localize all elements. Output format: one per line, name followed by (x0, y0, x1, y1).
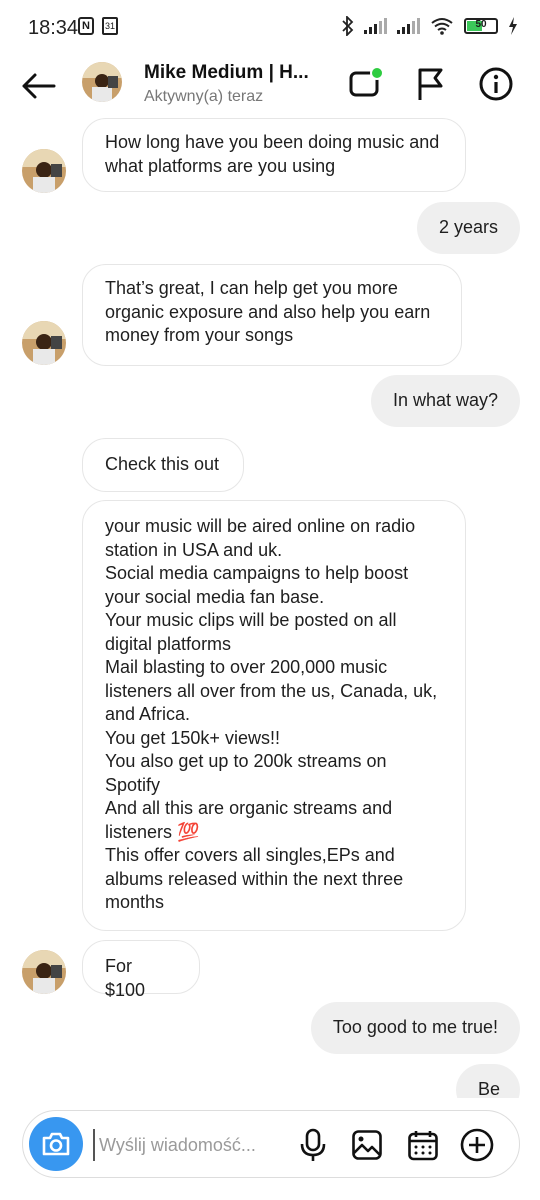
sticker-calendar-icon (408, 1131, 438, 1161)
gallery-icon (352, 1130, 382, 1160)
battery-icon: 50 (464, 18, 498, 34)
sender-avatar[interactable] (22, 321, 66, 365)
sender-avatar[interactable] (22, 149, 66, 193)
message-incoming[interactable]: That’s great, I can help get you more or… (82, 264, 462, 366)
message-incoming[interactable]: your music will be aired online on radio… (82, 500, 466, 931)
more-options-button[interactable] (457, 1125, 497, 1165)
info-button[interactable] (476, 64, 516, 104)
info-icon (479, 67, 513, 101)
message-input[interactable] (93, 1129, 276, 1161)
message-outgoing[interactable]: Too good to me true! (310, 1002, 520, 1054)
signal-1-icon (364, 18, 387, 34)
message-incoming[interactable]: Check this out (82, 438, 244, 492)
status-right-icons: 50 (342, 16, 518, 36)
sticker-button[interactable] (403, 1125, 443, 1165)
video-call-button[interactable] (346, 64, 386, 104)
status-bar: 18:34 N 31 50 (0, 0, 540, 56)
add-icon (460, 1128, 494, 1162)
wifi-icon (431, 18, 453, 35)
message-composer (22, 1110, 520, 1178)
gallery-button[interactable] (347, 1125, 387, 1165)
bluetooth-icon (342, 16, 354, 36)
message-incoming[interactable]: How long have you been doing music and w… (82, 118, 466, 192)
sender-avatar[interactable] (22, 950, 66, 994)
message-incoming[interactable]: For $100 (82, 940, 200, 1000)
message-outgoing[interactable]: Be (455, 1064, 520, 1098)
chat-header: Mike Medium | H... Aktywny(a) teraz (0, 56, 540, 118)
voice-message-button[interactable] (293, 1125, 333, 1165)
message-outgoing[interactable]: In what way? (370, 375, 520, 427)
camera-icon (42, 1132, 70, 1156)
status-time: 18:34 (28, 17, 79, 39)
calendar-notification-icon: 31 (102, 17, 118, 35)
contact-avatar[interactable] (82, 62, 122, 102)
flag-icon (418, 68, 443, 100)
nfc-icon: N (78, 17, 94, 35)
message-list[interactable]: How long have you been doing music and w… (0, 118, 540, 1098)
video-call-icon (349, 66, 384, 97)
status-left-icons: N 31 (78, 17, 118, 35)
back-arrow-icon[interactable] (20, 66, 60, 106)
charging-icon (509, 17, 517, 35)
microphone-icon (300, 1128, 326, 1161)
contact-name[interactable]: Mike Medium | H... (144, 62, 324, 84)
report-button[interactable] (410, 64, 450, 104)
contact-status: Aktywny(a) teraz (144, 88, 264, 105)
message-outgoing[interactable]: 2 years (416, 202, 520, 254)
signal-2-icon (397, 18, 420, 34)
camera-button[interactable] (29, 1117, 83, 1171)
